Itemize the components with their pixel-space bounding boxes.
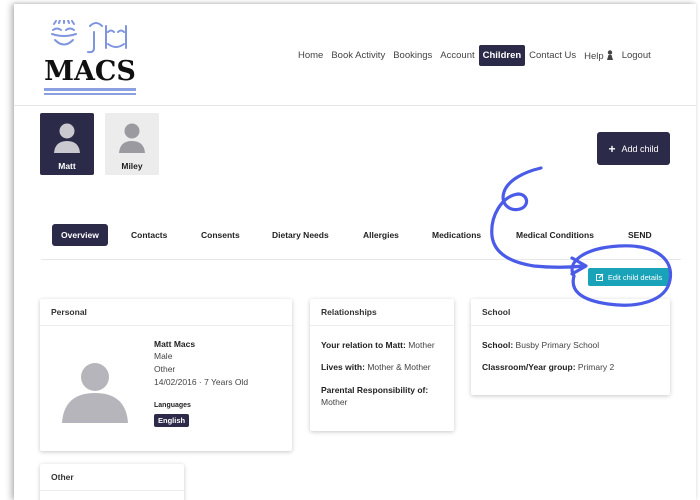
nav-help[interactable]: Help xyxy=(580,46,618,66)
page: MACS Home Book Activity Bookings Account… xyxy=(14,4,696,500)
school-row: School: Busby Primary School xyxy=(482,339,667,351)
edit-icon xyxy=(595,273,604,281)
child-name: Miley xyxy=(121,161,143,171)
child-dob: 14/02/2016 · 7 Years Old xyxy=(154,377,249,387)
languages-label: Languages xyxy=(154,402,191,409)
child-gender: Male xyxy=(154,351,173,361)
logo-rule xyxy=(44,93,136,95)
nav-book-activity[interactable]: Book Activity xyxy=(327,46,389,65)
panel-title: Personal xyxy=(40,299,292,326)
child-card-miley[interactable]: Miley xyxy=(105,113,159,175)
nav-contact-us[interactable]: Contact Us xyxy=(525,46,580,65)
logo-rule xyxy=(44,88,136,91)
nav-help-label: Help xyxy=(584,50,604,62)
logo-faces-icon xyxy=(51,20,127,54)
child-other: Other xyxy=(154,364,176,374)
school-panel: School School: Busby Primary School Clas… xyxy=(471,299,670,395)
child-tabs: Overview Contacts Consents Dietary Needs… xyxy=(41,224,681,260)
tab-send[interactable]: SEND xyxy=(619,224,661,246)
nav-logout[interactable]: Logout xyxy=(618,46,655,65)
year-group-label: Classroom/Year group: xyxy=(482,362,576,372)
lives-with-label: Lives with: xyxy=(321,362,365,372)
nav-bookings[interactable]: Bookings xyxy=(389,46,436,65)
child-avatar-icon xyxy=(62,363,128,423)
panel-title: Other xyxy=(40,464,184,491)
child-card-matt[interactable]: Matt xyxy=(40,113,94,175)
year-group-value: Primary 2 xyxy=(577,362,615,372)
tab-contacts[interactable]: Contacts xyxy=(122,224,176,246)
child-name: Matt xyxy=(58,161,76,171)
macs-logo[interactable]: MACS xyxy=(44,20,136,95)
tab-medical-conditions[interactable]: Medical Conditions xyxy=(507,224,603,246)
parental-label: Parental Responsibility of: xyxy=(321,385,429,395)
child-avatar-icon xyxy=(119,123,145,153)
school-value: Busby Primary School xyxy=(515,340,600,350)
tab-consents[interactable]: Consents xyxy=(192,224,249,246)
panel-title: Relationships xyxy=(310,299,454,326)
child-avatar-icon xyxy=(54,123,80,153)
tab-allergies[interactable]: Allergies xyxy=(354,224,408,246)
add-child-label: Add child xyxy=(621,143,659,154)
logo-wordmark: MACS xyxy=(44,56,136,87)
other-panel: Other xyxy=(40,464,184,500)
add-child-button[interactable]: + Add child xyxy=(597,132,670,165)
nav-home[interactable]: Home xyxy=(294,46,327,65)
header-divider xyxy=(14,105,696,106)
main-nav: Home Book Activity Bookings Account Chil… xyxy=(294,45,655,66)
nav-children[interactable]: Children xyxy=(478,45,526,66)
relationships-panel: Relationships Your relation to Matt: Mot… xyxy=(310,299,454,431)
nav-account[interactable]: Account xyxy=(436,46,478,65)
year-group-row: Classroom/Year group: Primary 2 xyxy=(482,361,667,373)
parental-value: Mother xyxy=(321,397,348,407)
child-full-name: Matt Macs xyxy=(154,339,196,349)
relation-label: Your relation to Matt: xyxy=(321,340,406,350)
language-badge: English xyxy=(154,414,190,427)
personal-panel: Personal Matt Macs Male Other 14/02/2016… xyxy=(40,299,292,451)
tab-overview[interactable]: Overview xyxy=(52,224,108,246)
relation-row: Your relation to Matt: Mother xyxy=(321,339,449,351)
edit-child-details-label: Edit child details xyxy=(607,272,663,282)
edit-child-details-button[interactable]: Edit child details xyxy=(588,268,670,286)
lives-with-row: Lives with: Mother & Mother xyxy=(321,361,449,373)
parental-row: Parental Responsibility of: Mother xyxy=(321,384,449,408)
plus-icon: + xyxy=(608,141,616,156)
lives-with-value: Mother & Mother xyxy=(367,362,431,372)
relation-value: Mother xyxy=(408,340,435,350)
school-label: School: xyxy=(482,340,514,350)
help-person-icon xyxy=(606,49,613,60)
panel-title: School xyxy=(471,299,670,326)
tab-medications[interactable]: Medications xyxy=(423,224,490,246)
tab-dietary-needs[interactable]: Dietary Needs xyxy=(263,224,338,246)
